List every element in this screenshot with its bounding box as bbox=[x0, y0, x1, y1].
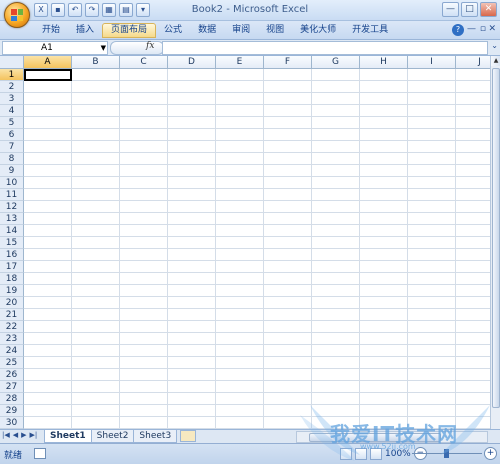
row-header[interactable]: 29 bbox=[0, 405, 24, 417]
column-header[interactable]: H bbox=[360, 56, 408, 69]
tab-3[interactable]: 公式 bbox=[156, 23, 190, 38]
row-header[interactable]: 26 bbox=[0, 369, 24, 381]
column-header[interactable]: J bbox=[456, 56, 490, 69]
row-header[interactable]: 24 bbox=[0, 345, 24, 357]
prev-sheet-icon[interactable]: ◀ bbox=[13, 431, 18, 439]
column-header[interactable]: E bbox=[216, 56, 264, 69]
office-button[interactable] bbox=[4, 2, 30, 28]
maximize-button[interactable]: □ bbox=[461, 2, 478, 17]
next-sheet-icon[interactable]: ▶ bbox=[21, 431, 26, 439]
column-header[interactable]: C bbox=[120, 56, 168, 69]
tab-2[interactable]: 页面布局 bbox=[102, 23, 157, 38]
row-header[interactable]: 23 bbox=[0, 333, 24, 345]
row-header[interactable]: 5 bbox=[0, 117, 24, 129]
first-sheet-icon[interactable]: |◀ bbox=[2, 431, 10, 439]
row-header[interactable]: 13 bbox=[0, 213, 24, 225]
ribbon-close-button[interactable]: ✕ bbox=[488, 24, 496, 34]
row-header[interactable]: 14 bbox=[0, 225, 24, 237]
row-header[interactable]: 18 bbox=[0, 273, 24, 285]
tab-6[interactable]: 视图 bbox=[258, 23, 292, 38]
row-headers: 1 2 3 4 5 6 7 8 9 10 11 12 13 14 15 16 17 18 19 20 21 22 23 24 2… bbox=[0, 69, 24, 429]
title-bar: X ▪ ↶ ↷ ▦ ▤ ▾ Book2 - Microsoft Excel — … bbox=[0, 0, 500, 21]
row-header[interactable]: 9 bbox=[0, 165, 24, 177]
row-header[interactable]: 3 bbox=[0, 93, 24, 105]
row-header[interactable]: 21 bbox=[0, 309, 24, 321]
tab-7[interactable]: 美化大师 bbox=[292, 23, 344, 38]
status-text: 就绪 bbox=[4, 451, 23, 461]
name-box-value: A1 bbox=[41, 43, 53, 53]
tab-1[interactable]: 插入 bbox=[68, 23, 102, 38]
column-header[interactable]: G bbox=[312, 56, 360, 69]
sheet-tabs: Sheet1 Sheet2 Sheet3 bbox=[44, 430, 197, 443]
row-header[interactable]: 12 bbox=[0, 201, 24, 213]
vertical-scrollbar[interactable]: ▲ bbox=[490, 56, 500, 429]
office-logo-icon bbox=[11, 9, 23, 21]
row-header[interactable]: 16 bbox=[0, 249, 24, 261]
ribbon: 开始 插入 页面布局 公式 数据 审阅 视图 美化大师 开发工具 ? — ▫ ✕ bbox=[0, 21, 500, 40]
active-cell[interactable] bbox=[24, 69, 72, 81]
row-header[interactable]: 15 bbox=[0, 237, 24, 249]
tab-8[interactable]: 开发工具 bbox=[344, 23, 396, 38]
row-header[interactable]: 10 bbox=[0, 177, 24, 189]
column-header[interactable]: I bbox=[408, 56, 456, 69]
row-header[interactable]: 22 bbox=[0, 321, 24, 333]
row-header[interactable]: 17 bbox=[0, 261, 24, 273]
sheet-tab[interactable]: Sheet3 bbox=[133, 430, 178, 443]
ribbon-tabs: 开始 插入 页面布局 公式 数据 审阅 视图 美化大师 开发工具 bbox=[34, 23, 396, 38]
macro-record-icon[interactable] bbox=[34, 448, 46, 459]
formula-controls bbox=[110, 41, 164, 55]
column-header[interactable]: D bbox=[168, 56, 216, 69]
row-header[interactable]: 28 bbox=[0, 393, 24, 405]
expand-formula-bar-icon[interactable]: ⌄ bbox=[491, 41, 498, 50]
column-header[interactable]: A bbox=[24, 56, 72, 69]
insert-sheet-icon[interactable] bbox=[180, 430, 197, 442]
sheet-tab[interactable]: Sheet2 bbox=[90, 430, 135, 443]
sheet-tab[interactable]: Sheet1 bbox=[44, 430, 92, 443]
tab-5[interactable]: 审阅 bbox=[224, 23, 258, 38]
ribbon-minimize-button[interactable]: — bbox=[467, 24, 476, 34]
worksheet-grid: ABCDEFGHIJ 1 2 3 4 5 6 7 8 9 10 11 12 13 14 15 16 17 18 19… bbox=[0, 56, 490, 429]
help-icon[interactable]: ? bbox=[452, 24, 464, 36]
vertical-scroll-thumb[interactable] bbox=[492, 68, 500, 408]
close-button[interactable]: ✕ bbox=[480, 2, 497, 17]
watermark-url: www.52ij.com bbox=[360, 442, 416, 451]
tab-0[interactable]: 开始 bbox=[34, 23, 68, 38]
insert-function-button[interactable]: fx bbox=[146, 41, 154, 51]
row-header[interactable]: 6 bbox=[0, 129, 24, 141]
column-header[interactable]: F bbox=[264, 56, 312, 69]
row-header[interactable]: 8 bbox=[0, 153, 24, 165]
column-headers: ABCDEFGHIJ bbox=[24, 56, 490, 69]
row-header[interactable]: 27 bbox=[0, 381, 24, 393]
name-box[interactable]: A1 ▼ bbox=[2, 41, 108, 55]
formula-bar: A1 ▼ fx ⌄ bbox=[0, 40, 500, 56]
formula-input[interactable] bbox=[162, 41, 488, 55]
minimize-button[interactable]: — bbox=[442, 2, 459, 17]
tab-4[interactable]: 数据 bbox=[190, 23, 224, 38]
row-header[interactable]: 1 bbox=[0, 69, 24, 81]
row-header[interactable]: 4 bbox=[0, 105, 24, 117]
row-header[interactable]: 19 bbox=[0, 285, 24, 297]
column-header[interactable]: B bbox=[72, 56, 120, 69]
last-sheet-icon[interactable]: ▶| bbox=[30, 431, 38, 439]
row-header[interactable]: 20 bbox=[0, 297, 24, 309]
scroll-up-icon[interactable]: ▲ bbox=[491, 56, 500, 66]
row-header[interactable]: 2 bbox=[0, 81, 24, 93]
select-all-button[interactable] bbox=[0, 56, 24, 69]
cell-area[interactable] bbox=[24, 69, 490, 429]
ribbon-restore-button[interactable]: ▫ bbox=[480, 24, 486, 34]
chevron-down-icon[interactable]: ▼ bbox=[63, 42, 106, 54]
row-header[interactable]: 30 bbox=[0, 417, 24, 429]
row-header[interactable]: 7 bbox=[0, 141, 24, 153]
row-header[interactable]: 25 bbox=[0, 357, 24, 369]
row-header[interactable]: 11 bbox=[0, 189, 24, 201]
window-title: Book2 - Microsoft Excel bbox=[191, 4, 309, 15]
